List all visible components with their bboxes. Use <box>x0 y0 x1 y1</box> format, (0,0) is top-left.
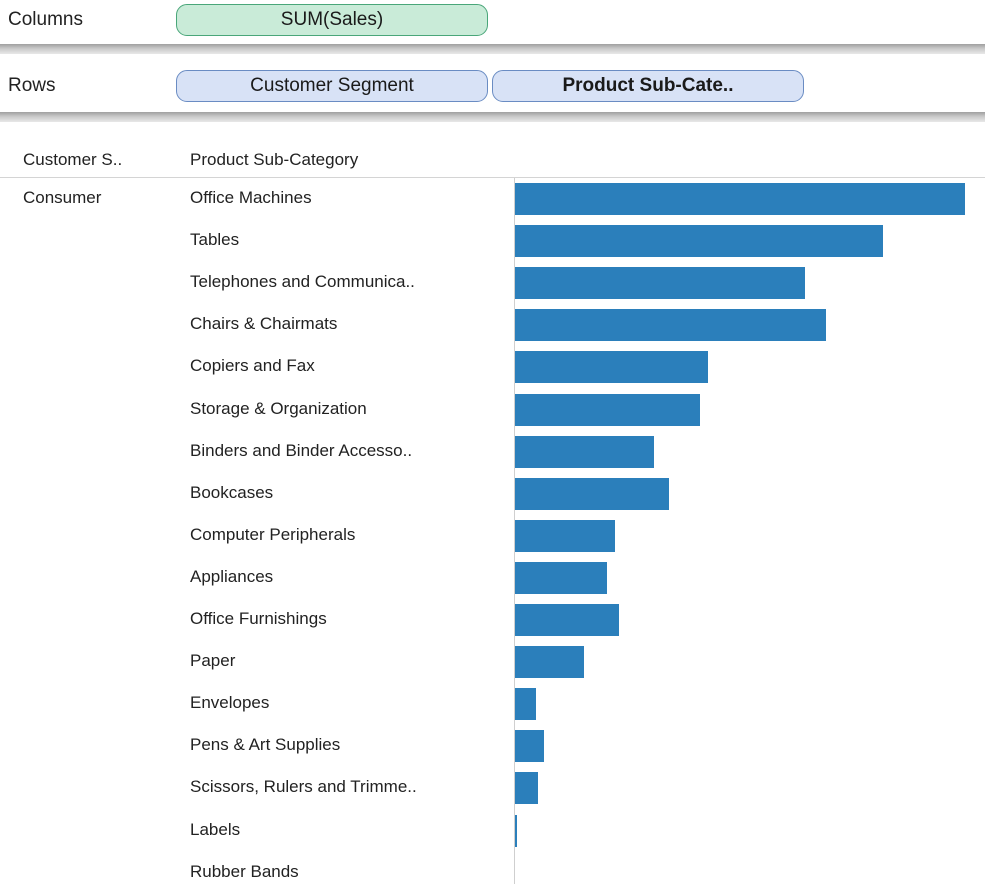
rows-shelf-divider <box>0 112 985 122</box>
sales-bar[interactable] <box>515 309 826 342</box>
sales-bar[interactable] <box>515 351 709 384</box>
sales-bar[interactable] <box>515 561 607 594</box>
category-label[interactable]: Telephones and Communica.. <box>190 272 512 292</box>
rows-shelf-label: Rows <box>8 75 56 96</box>
sales-bar[interactable] <box>515 225 884 258</box>
customer-segment-pill[interactable]: Customer Segment <box>176 70 488 102</box>
category-label[interactable]: Office Machines <box>190 188 512 208</box>
category-label[interactable]: Scissors, Rulers and Trimme.. <box>190 777 512 797</box>
sum-sales-pill[interactable]: SUM(Sales) <box>176 4 488 36</box>
category-label[interactable]: Paper <box>190 651 512 671</box>
columns-shelf-divider <box>0 44 985 54</box>
sales-bar[interactable] <box>515 814 517 847</box>
category-label[interactable]: Binders and Binder Accesso.. <box>190 441 512 461</box>
product-sub-category-pill[interactable]: Product Sub-Cate.. <box>492 70 804 102</box>
category-label[interactable]: Storage & Organization <box>190 399 512 419</box>
category-label[interactable]: Bookcases <box>190 483 512 503</box>
category-label[interactable]: Copiers and Fax <box>190 356 512 376</box>
sales-bar[interactable] <box>515 435 655 468</box>
sales-bar[interactable] <box>515 604 619 636</box>
sales-bar[interactable] <box>515 477 669 510</box>
category-label[interactable]: Labels <box>190 820 512 840</box>
category-label[interactable]: Envelopes <box>190 693 512 713</box>
sales-bar[interactable] <box>515 730 544 763</box>
sales-bar[interactable] <box>515 688 537 721</box>
sales-bar[interactable] <box>515 267 805 300</box>
sales-bar[interactable] <box>515 393 700 426</box>
header-divider <box>0 177 985 178</box>
columns-shelf: Columns SUM(Sales) <box>0 0 985 42</box>
sales-bar[interactable] <box>515 183 965 215</box>
segment-consumer-label[interactable]: Consumer <box>23 188 101 208</box>
category-label[interactable]: Appliances <box>190 567 512 587</box>
category-label[interactable]: Chairs & Chairmats <box>190 314 512 334</box>
customer-segment-header[interactable]: Customer S.. <box>23 150 122 170</box>
product-sub-category-header[interactable]: Product Sub-Category <box>190 150 358 170</box>
sales-bar[interactable] <box>515 519 615 552</box>
category-label[interactable]: Computer Peripherals <box>190 525 512 545</box>
columns-shelf-label: Columns <box>8 9 83 30</box>
category-label[interactable]: Rubber Bands <box>190 862 512 882</box>
sales-bar[interactable] <box>515 772 538 805</box>
category-label[interactable]: Office Furnishings <box>190 609 512 629</box>
category-label[interactable]: Tables <box>190 230 512 250</box>
sales-bar[interactable] <box>515 646 584 679</box>
rows-shelf: Rows Customer Segment Product Sub-Cate.. <box>0 66 985 108</box>
category-label[interactable]: Pens & Art Supplies <box>190 735 512 755</box>
